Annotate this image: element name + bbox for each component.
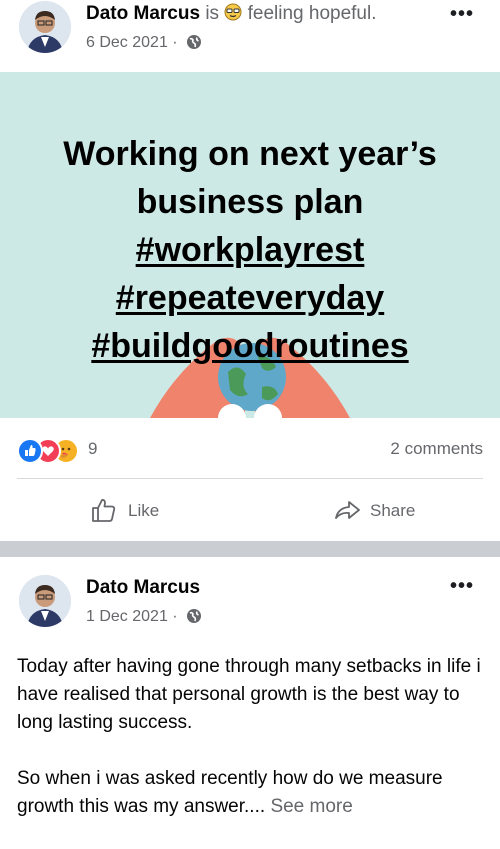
image-line-1: Working on next year’s xyxy=(63,135,437,173)
meta-separator: · xyxy=(172,608,178,625)
see-more-link[interactable]: See more xyxy=(270,796,352,817)
post-text: Today after having gone through many set… xyxy=(17,653,487,849)
avatar[interactable] xyxy=(19,575,71,627)
reactions-bar: 9 2 comments xyxy=(0,418,500,478)
like-label: Like xyxy=(128,501,160,520)
share-arrow-icon xyxy=(335,501,360,519)
hashtag-buildgoodroutines: #buildgoodroutines xyxy=(91,327,409,365)
meta-separator: · xyxy=(172,34,178,51)
post-date[interactable]: 1 Dec 2021 xyxy=(86,608,168,625)
hashtag-workplayrest: #workplayrest xyxy=(135,231,365,269)
post-date[interactable]: 6 Dec 2021 xyxy=(86,34,168,51)
post-meta: 6 Dec 2021 · xyxy=(86,34,202,55)
post-header: Dato Marcus is feeling hopeful. 6 Dec 20… xyxy=(0,0,500,72)
post-card: Dato Marcus 1 Dec 2021 · ••• Today after… xyxy=(0,557,500,842)
reaction-count[interactable]: 9 xyxy=(88,439,97,459)
post-paragraph-2: So when i was asked recently how do we m… xyxy=(17,768,443,817)
avatar[interactable] xyxy=(19,1,71,53)
post-paragraph-1: Today after having gone through many set… xyxy=(17,656,481,733)
post-meta: 1 Dec 2021 · xyxy=(86,608,202,629)
like-reaction-icon xyxy=(17,438,43,464)
share-button[interactable]: Share xyxy=(333,496,423,524)
thumbs-up-icon xyxy=(92,499,116,522)
post-actions: Like Share xyxy=(0,479,500,541)
author-name[interactable]: Dato Marcus xyxy=(86,577,200,599)
image-line-2: business plan xyxy=(136,183,364,221)
more-options-button[interactable]: ••• xyxy=(450,3,474,26)
image-caption: Working on next year’s business plan #wo… xyxy=(0,130,500,370)
post-image[interactable]: Working on next year’s business plan #wo… xyxy=(0,72,500,418)
globe-icon xyxy=(186,608,202,629)
author-name[interactable]: Dato Marcus xyxy=(86,3,200,24)
hashtag-repeateveryday: #repeateveryday xyxy=(115,279,385,317)
more-options-button[interactable]: ••• xyxy=(450,575,474,598)
share-label: Share xyxy=(370,501,416,520)
face-with-glasses-emoji-icon xyxy=(224,3,247,24)
activity-prefix: is xyxy=(205,3,220,24)
like-button[interactable]: Like xyxy=(90,496,170,524)
post-author-line: Dato Marcus is feeling hopeful. xyxy=(86,3,377,25)
comments-count[interactable]: 2 comments xyxy=(390,439,483,459)
globe-icon xyxy=(186,34,202,55)
activity-text: feeling hopeful. xyxy=(247,3,377,24)
feed-separator xyxy=(0,541,500,557)
